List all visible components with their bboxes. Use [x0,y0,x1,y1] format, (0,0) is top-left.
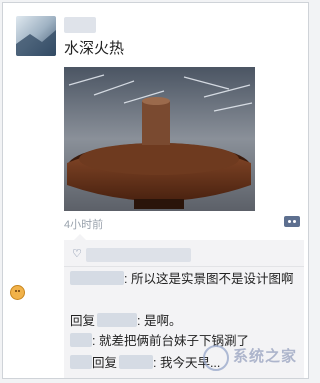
emoji-icon [10,285,25,300]
reply-label: 回复 [92,356,118,370]
hotpot-table-image [64,67,255,211]
commenter-blurred[interactable] [119,355,154,369]
post-text: 水深火热 [64,40,125,57]
comment-text: : 所以这是实景图不是设计图啊 [124,272,294,286]
more-options-button[interactable] [284,216,300,227]
dot-icon [288,220,291,223]
watermark: 系统之家 [203,339,308,378]
commenter-blurred[interactable] [70,333,92,347]
heart-icon: ♡ [72,248,82,260]
avatar[interactable] [16,16,56,56]
likes-row: ♡ [72,246,302,264]
commenter-blurred[interactable] [70,355,92,369]
comment-row[interactable]: 回复 : 是啊。 [70,312,181,330]
avatar-image [16,16,56,56]
post-time: 4小时前 [64,219,104,231]
reply-label: 回复 [70,314,96,328]
username-blurred[interactable] [64,17,96,33]
dot-icon [293,220,296,223]
moments-post-card: 水深火热 4小时前 ♡: 所以这是实景图不是设计图啊 回复: 是啊。: 就… [2,2,309,379]
post-photo[interactable] [64,67,255,211]
comment-row[interactable]: 回复: 我今天早... [70,354,220,372]
commenter-blurred[interactable] [97,313,138,327]
divider [64,266,304,267]
commenter-blurred[interactable] [70,271,124,285]
watermark-logo-icon [203,345,229,371]
watermark-text: 系统之家 [233,348,298,365]
comment-row[interactable]: : 所以这是实景图不是设计图啊 [70,270,293,288]
likers-blurred[interactable] [86,248,191,262]
comment-text: : 是啊。 [137,314,182,328]
